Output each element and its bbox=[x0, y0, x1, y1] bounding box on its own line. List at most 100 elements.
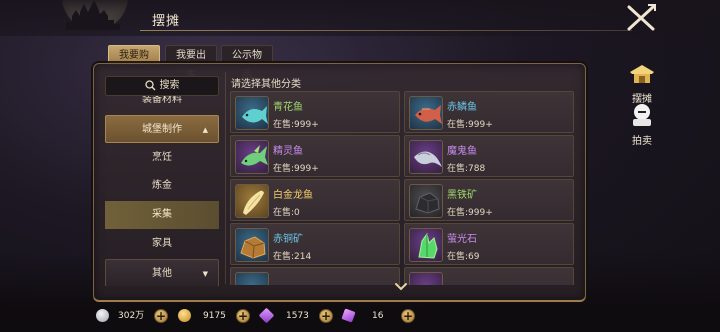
item-stock: 在售:0 bbox=[273, 205, 300, 218]
stock-value: 214 bbox=[294, 252, 312, 262]
currency-value: 16 bbox=[372, 311, 384, 321]
stock-value: 788 bbox=[468, 164, 486, 174]
item-card[interactable]: 萤光石 在售:69 bbox=[404, 223, 574, 265]
stock-prefix: 在售: bbox=[447, 120, 469, 130]
stock-prefix: 在售: bbox=[447, 252, 469, 262]
sidebar-item-label: 烹饪 bbox=[152, 152, 172, 163]
purple-crystal-icon bbox=[341, 308, 356, 323]
sidebar-item-other[interactable]: 其他 ▼ bbox=[105, 259, 219, 286]
stock-prefix: 在售: bbox=[273, 208, 295, 218]
stock-value: 999+ bbox=[468, 208, 493, 218]
stock-value: 999+ bbox=[294, 164, 319, 174]
add-gold-button[interactable]: + bbox=[236, 309, 250, 323]
tab-buy[interactable]: 我要购买 bbox=[108, 45, 160, 81]
auction-button[interactable]: 拍卖 bbox=[624, 102, 660, 147]
currency-silver: 302万 bbox=[96, 308, 148, 324]
sidebar-item-gathering[interactable]: 采集 bbox=[105, 201, 219, 229]
item-stock: 在售:999+ bbox=[447, 117, 493, 130]
fish-icon bbox=[235, 184, 269, 218]
panel-divider bbox=[225, 72, 226, 284]
purple-gem-icon bbox=[258, 307, 275, 324]
sidebar-item-equipment-materials[interactable]: 装备材料 bbox=[105, 96, 219, 114]
stock-prefix: 在售: bbox=[447, 208, 469, 218]
category-list[interactable]: 装备材料 城堡制作 ▲ 烹饪 炼金 采集 家具 其他 ▼ bbox=[105, 96, 219, 286]
title-underline bbox=[140, 30, 632, 31]
item-card[interactable]: 魔鬼鱼 在售:788 bbox=[404, 135, 574, 177]
crystal-icon bbox=[409, 228, 443, 262]
stall-button[interactable]: 摆摊 bbox=[624, 62, 660, 105]
item-name: 黑铁矿 bbox=[447, 190, 477, 201]
currency-value: 302万 bbox=[118, 311, 145, 321]
item-card[interactable] bbox=[404, 267, 574, 285]
ray-fish-icon bbox=[409, 140, 443, 174]
item-name: 精灵鱼 bbox=[273, 146, 303, 157]
item-name: 白金龙鱼 bbox=[273, 190, 313, 201]
item-name: 萤光石 bbox=[447, 234, 477, 245]
item-card[interactable]: 赤鳞鱼 在售:999+ bbox=[404, 91, 574, 133]
item-card[interactable]: 青花鱼 在售:999+ bbox=[230, 91, 400, 133]
item-card[interactable]: 精灵鱼 在售:999+ bbox=[230, 135, 400, 177]
caret-up-icon: ▲ bbox=[202, 126, 208, 134]
add-crystal-button[interactable]: + bbox=[401, 309, 415, 323]
item-name: 青花鱼 bbox=[273, 102, 303, 113]
item-stock: 在售:999+ bbox=[447, 205, 493, 218]
auction-icon bbox=[633, 104, 651, 126]
search-icon bbox=[144, 79, 155, 90]
item-grid[interactable]: 青花鱼 在售:999+ 赤鳞鱼 在售:999+ 精灵鱼 在售:999+ 魔鬼鱼 … bbox=[230, 89, 574, 285]
item-stock: 在售:788 bbox=[447, 161, 485, 174]
sidebar-item-label: 城堡制作 bbox=[142, 124, 182, 135]
stock-value: 999+ bbox=[468, 120, 493, 130]
sidebar-item-label: 炼金 bbox=[152, 180, 172, 191]
add-silver-button[interactable]: + bbox=[154, 309, 168, 323]
panel-bottom-trim bbox=[93, 296, 586, 302]
search-button[interactable]: 搜索 bbox=[105, 76, 219, 96]
currency-bar: 302万 + 9175 + 1573 + 16 + bbox=[90, 304, 420, 326]
currency-gold: 9175 bbox=[178, 308, 230, 324]
sidebar-item-label: 装备材料 bbox=[142, 96, 182, 105]
item-card[interactable]: 白金龙鱼 在售:0 bbox=[230, 179, 400, 221]
stall-icon bbox=[630, 65, 654, 83]
currency-value: 9175 bbox=[203, 311, 226, 321]
sidebar-item-alchemy[interactable]: 炼金 bbox=[105, 172, 219, 200]
sidebar-item-label: 其他 bbox=[152, 268, 172, 279]
item-card[interactable] bbox=[230, 267, 400, 285]
ore-icon bbox=[235, 228, 269, 262]
item-card[interactable]: 黑铁矿 在售:999+ bbox=[404, 179, 574, 221]
item-name: 赤鳞鱼 bbox=[447, 102, 477, 113]
item-stock: 在售:999+ bbox=[273, 161, 319, 174]
ore-icon bbox=[409, 184, 443, 218]
add-gem-button[interactable]: + bbox=[319, 309, 333, 323]
item-stock: 在售:999+ bbox=[273, 117, 319, 130]
page-title: 摆摊 bbox=[152, 14, 181, 29]
stock-value: 69 bbox=[468, 252, 480, 262]
stock-prefix: 在售: bbox=[273, 252, 295, 262]
stock-prefix: 在售: bbox=[273, 164, 295, 174]
sidebar-item-castle-crafting[interactable]: 城堡制作 ▲ bbox=[105, 115, 219, 143]
item-stock: 在售:69 bbox=[447, 249, 480, 262]
tab-public-items[interactable]: 公示物品 bbox=[221, 45, 273, 81]
category-prompt: 请选择其他分类 bbox=[231, 79, 301, 90]
sidebar-item-furniture[interactable]: 家具 bbox=[105, 230, 219, 258]
search-label: 搜索 bbox=[159, 80, 180, 91]
item-icon bbox=[235, 272, 269, 285]
stock-value: 999+ bbox=[294, 120, 319, 130]
scroll-down-icon[interactable] bbox=[394, 282, 408, 292]
item-name: 魔鬼鱼 bbox=[447, 146, 477, 157]
currency-purple-crystal: 16 bbox=[341, 308, 392, 324]
stock-value: 0 bbox=[294, 208, 300, 218]
currency-value: 1573 bbox=[286, 311, 309, 321]
close-icon[interactable] bbox=[626, 4, 656, 32]
auction-label: 拍卖 bbox=[632, 136, 652, 147]
tab-sell[interactable]: 我要出售 bbox=[165, 45, 217, 81]
silver-coin-icon bbox=[96, 309, 109, 322]
fish-icon bbox=[235, 140, 269, 174]
fish-icon bbox=[409, 96, 443, 130]
sidebar-item-label: 家具 bbox=[152, 238, 172, 249]
sidebar-item-label: 采集 bbox=[152, 209, 172, 220]
stock-prefix: 在售: bbox=[447, 164, 469, 174]
item-name: 赤铜矿 bbox=[273, 234, 303, 245]
item-card[interactable]: 赤铜矿 在售:214 bbox=[230, 223, 400, 265]
item-icon bbox=[409, 272, 443, 285]
gold-coin-icon bbox=[178, 309, 191, 322]
sidebar-item-cooking[interactable]: 烹饪 bbox=[105, 144, 219, 172]
